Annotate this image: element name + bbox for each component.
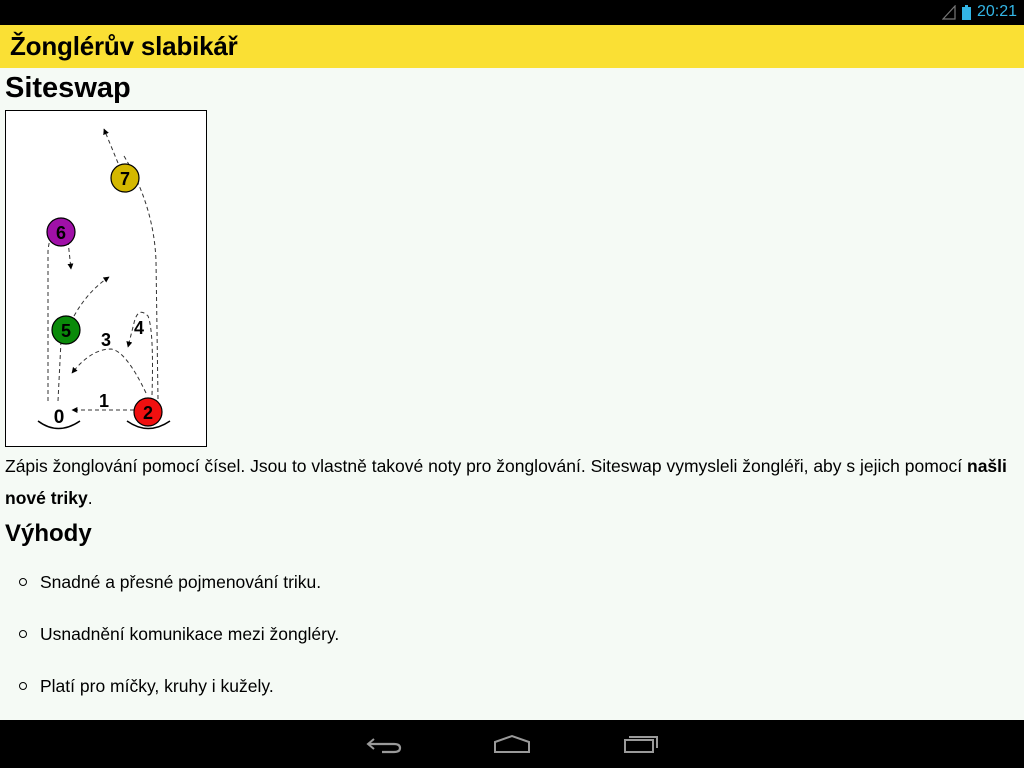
- bullet-icon: [19, 578, 27, 586]
- navigation-bar: [0, 720, 1024, 768]
- list-item-text: Snadné a přesné pojmenování triku.: [40, 572, 322, 592]
- ball-5: 5: [51, 315, 81, 345]
- list-item-text: Usnadnění komunikace mezi žongléry.: [40, 624, 340, 644]
- label-1: 1: [99, 391, 109, 411]
- signal-icon: [942, 5, 956, 20]
- list-item: Snadné a přesné pojmenování triku.: [0, 564, 339, 616]
- svg-text:5: 5: [61, 321, 71, 341]
- status-bar: 20:21: [0, 0, 1024, 25]
- battery-icon: [962, 5, 971, 20]
- svg-text:2: 2: [143, 403, 153, 423]
- svg-text:6: 6: [56, 223, 66, 243]
- ball-7: 7: [110, 163, 140, 193]
- ball-6: 6: [46, 217, 76, 247]
- label-3: 3: [101, 330, 111, 350]
- main-content[interactable]: Siteswap 7 6 5 2 0 1 3 4 Zápis žonglován…: [0, 68, 1024, 720]
- siteswap-diagram: 7 6 5 2 0 1 3 4: [5, 110, 207, 447]
- bullet-icon: [19, 682, 27, 690]
- advantages-list: Snadné a přesné pojmenování triku. Usnad…: [0, 564, 339, 720]
- ball-2: 2: [133, 397, 163, 427]
- list-item: Usnadnění komunikace mezi žongléry.: [0, 616, 339, 668]
- back-icon[interactable]: [352, 728, 416, 760]
- trajectory-7: [123, 155, 159, 400]
- home-icon[interactable]: [480, 728, 544, 760]
- status-clock: 20:21: [976, 3, 1017, 20]
- advantages-heading: Výhody: [5, 520, 92, 547]
- trajectory-6: [47, 228, 62, 401]
- label-0: 0: [54, 407, 65, 428]
- list-item: Platí pro míčky, kruhy i kužely.: [0, 668, 339, 720]
- app-title: Žonglérův slabikář: [10, 31, 238, 61]
- trajectory-3: [71, 348, 147, 394]
- list-item-text: Platí pro míčky, kruhy i kužely.: [40, 676, 274, 696]
- intro-end: .: [87, 488, 93, 508]
- recent-apps-icon[interactable]: [608, 728, 672, 760]
- page-title: Siteswap: [5, 72, 131, 104]
- svg-text:7: 7: [120, 169, 130, 189]
- app-header: Žonglérův slabikář: [0, 25, 1024, 68]
- trajectory-5: [57, 340, 62, 402]
- intro-text: Zápis žonglování pomocí čísel. Jsou to v…: [5, 456, 967, 476]
- intro-paragraph: Zápis žonglování pomocí čísel. Jsou to v…: [5, 450, 1010, 514]
- bullet-icon: [19, 630, 27, 638]
- label-4: 4: [134, 318, 144, 338]
